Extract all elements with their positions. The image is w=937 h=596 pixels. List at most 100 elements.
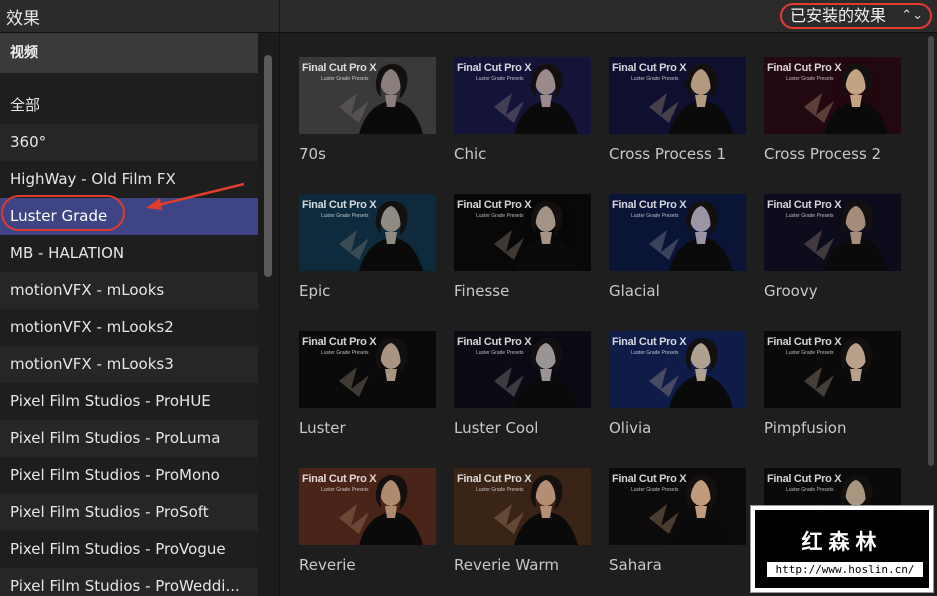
thumbnail-subtitle-text: Luster Grade Presets: [476, 350, 524, 356]
thumbnail-logo-text: Final Cut Pro X: [302, 62, 377, 74]
thumbnail-subtitle-text: Luster Grade Presets: [476, 213, 524, 219]
thumbnail-subtitle-text: Luster Grade Presets: [631, 76, 679, 82]
sidebar-item[interactable]: motionVFX - mLooks3: [0, 346, 258, 383]
thumbnail-logo-text: Final Cut Pro X: [612, 336, 687, 348]
effect-thumbnail[interactable]: Final Cut Pro X Luster Grade Presets: [764, 57, 901, 134]
effect-tile[interactable]: Final Cut Pro X Luster Grade Presets Epic: [299, 194, 436, 300]
top-bar: 效果 已安装的效果 ⌃⌄: [0, 0, 937, 33]
installed-effects-label: 已安装的效果: [790, 6, 887, 25]
thumbnail-logo-text: Final Cut Pro X: [457, 336, 532, 348]
effect-label: Cross Process 1: [609, 145, 727, 163]
effect-tile[interactable]: Final Cut Pro X Luster Grade Presets Chic: [454, 57, 591, 163]
thumbnail-logo-text: Final Cut Pro X: [457, 199, 532, 211]
effect-thumbnail[interactable]: Final Cut Pro X Luster Grade Presets: [299, 468, 436, 545]
thumbnail-subtitle-text: Luster Grade Presets: [631, 487, 679, 493]
thumbnail-logo-text: Final Cut Pro X: [767, 473, 842, 485]
sidebar-item[interactable]: motionVFX - mLooks2: [0, 309, 258, 346]
effect-thumbnail[interactable]: Final Cut Pro X Luster Grade Presets: [299, 194, 436, 271]
sidebar-item[interactable]: Pixel Film Studios - ProVogue: [0, 531, 258, 568]
effect-tile[interactable]: Final Cut Pro X Luster Grade Presets Fines…: [454, 194, 591, 300]
effect-label: Cross Process 2: [764, 145, 882, 163]
thumbnail-logo-text: Final Cut Pro X: [767, 62, 842, 74]
effect-label: Pimpfusion: [764, 419, 847, 437]
effect-thumbnail[interactable]: Final Cut Pro X Luster Grade Presets: [454, 57, 591, 134]
effect-label: Groovy: [764, 282, 818, 300]
effect-thumbnail[interactable]: Final Cut Pro X Luster Grade Presets: [764, 331, 901, 408]
effect-thumbnail[interactable]: Final Cut Pro X Luster Grade Presets: [609, 331, 746, 408]
thumbnail-subtitle-text: Luster Grade Presets: [321, 487, 369, 493]
installed-effects-popup[interactable]: 已安装的效果 ⌃⌄: [780, 3, 932, 29]
sidebar-item[interactable]: Pixel Film Studios - ProWeddi...: [0, 568, 258, 596]
effect-label: Sahara: [609, 556, 662, 574]
effect-tile[interactable]: Final Cut Pro X Luster Grade Presets Groov…: [764, 194, 901, 300]
effect-thumbnail[interactable]: Final Cut Pro X Luster Grade Presets: [454, 194, 591, 271]
effect-thumbnail[interactable]: Final Cut Pro X Luster Grade Presets: [764, 194, 901, 271]
sidebar-item[interactable]: HighWay - Old Film FX: [0, 161, 258, 198]
sidebar-header: 视频: [0, 33, 258, 73]
thumbnail-subtitle-text: Luster Grade Presets: [786, 76, 834, 82]
watermark-url: http://www.hoslin.cn/: [767, 562, 923, 577]
thumbnail-logo-text: Final Cut Pro X: [612, 62, 687, 74]
watermark: 红森林 http://www.hoslin.cn/: [750, 505, 934, 593]
thumbnail-logo-text: Final Cut Pro X: [302, 199, 377, 211]
effect-label: Finesse: [454, 282, 510, 300]
effect-label: Luster Cool: [454, 419, 539, 437]
effect-thumbnail[interactable]: Final Cut Pro X Luster Grade Presets: [609, 57, 746, 134]
thumbnail-logo-text: Final Cut Pro X: [767, 336, 842, 348]
thumbnail-logo-text: Final Cut Pro X: [457, 473, 532, 485]
sidebar-item[interactable]: motionVFX - mLooks: [0, 272, 258, 309]
effect-label: Luster: [299, 419, 346, 437]
category-sidebar: 视频 全部 360° HighWay - Old Film FX Luster Gra…: [0, 33, 280, 596]
watermark-panel: 红森林 http://www.hoslin.cn/: [755, 510, 929, 588]
effect-tile[interactable]: Final Cut Pro X Luster Grade Presets Pimpf…: [764, 331, 901, 437]
effect-tile[interactable]: Final Cut Pro X Luster Grade Presets Rever…: [454, 468, 591, 574]
sidebar-item[interactable]: 全部: [0, 87, 258, 124]
thumbnail-logo-text: Final Cut Pro X: [767, 199, 842, 211]
thumbnail-subtitle-text: Luster Grade Presets: [631, 350, 679, 356]
effect-label: Epic: [299, 282, 331, 300]
effect-tile[interactable]: Final Cut Pro X Luster Grade Presets Rever…: [299, 468, 436, 574]
effect-thumbnail[interactable]: Final Cut Pro X Luster Grade Presets: [609, 468, 746, 545]
thumbnail-subtitle-text: Luster Grade Presets: [786, 350, 834, 356]
effect-thumbnail[interactable]: Final Cut Pro X Luster Grade Presets: [454, 468, 591, 545]
thumbnail-subtitle-text: Luster Grade Presets: [476, 76, 524, 82]
sidebar-item[interactable]: Pixel Film Studios - ProSoft: [0, 494, 258, 531]
thumbnail-subtitle-text: Luster Grade Presets: [631, 213, 679, 219]
effect-thumbnail[interactable]: Final Cut Pro X Luster Grade Presets: [454, 331, 591, 408]
effect-tile[interactable]: Final Cut Pro X Luster Grade Presets 70s: [299, 57, 436, 163]
up-down-chevron-icon: ⌃⌄: [901, 8, 923, 23]
effect-tile[interactable]: Final Cut Pro X Luster Grade Presets Sahar…: [609, 468, 746, 574]
effect-label: 70s: [299, 145, 326, 163]
effect-tile[interactable]: Final Cut Pro X Luster Grade Presets Luste…: [299, 331, 436, 437]
thumbnail-logo-text: Final Cut Pro X: [302, 473, 377, 485]
effect-tile[interactable]: Final Cut Pro X Luster Grade Presets Cross…: [764, 57, 901, 163]
watermark-title: 红森林: [801, 530, 883, 554]
effect-tile[interactable]: Final Cut Pro X Luster Grade Presets Olivi…: [609, 331, 746, 437]
thumbnail-logo-text: Final Cut Pro X: [457, 62, 532, 74]
thumbnail-subtitle-text: Luster Grade Presets: [321, 213, 369, 219]
thumbnail-subtitle-text: Luster Grade Presets: [786, 213, 834, 219]
sidebar-item[interactable]: Pixel Film Studios - ProMono: [0, 457, 258, 494]
effect-label: Glacial: [609, 282, 660, 300]
browser-scrollbar-thumb[interactable]: [928, 36, 934, 466]
effect-thumbnail[interactable]: Final Cut Pro X Luster Grade Presets: [299, 57, 436, 134]
effect-tile[interactable]: Final Cut Pro X Luster Grade Presets Cross…: [609, 57, 746, 163]
sidebar-item[interactable]: Luster Grade: [0, 198, 258, 235]
effect-label: Reverie: [299, 556, 356, 574]
thumbnail-logo-text: Final Cut Pro X: [612, 199, 687, 211]
panel-title: 效果: [6, 9, 40, 29]
effect-label: Olivia: [609, 419, 652, 437]
thumbnail-subtitle-text: Luster Grade Presets: [321, 350, 369, 356]
thumbnail-logo-text: Final Cut Pro X: [612, 473, 687, 485]
effect-tile[interactable]: Final Cut Pro X Luster Grade Presets Glaci…: [609, 194, 746, 300]
sidebar-item[interactable]: Pixel Film Studios - ProLuma: [0, 420, 258, 457]
top-bar-divider: [279, 0, 280, 32]
sidebar-item[interactable]: Pixel Film Studios - ProHUE: [0, 383, 258, 420]
effect-thumbnail[interactable]: Final Cut Pro X Luster Grade Presets: [299, 331, 436, 408]
effect-label: Chic: [454, 145, 487, 163]
effect-tile[interactable]: Final Cut Pro X Luster Grade Presets Luste…: [454, 331, 591, 437]
sidebar-scrollbar-thumb[interactable]: [264, 55, 272, 277]
sidebar-item[interactable]: MB - HALATION: [0, 235, 258, 272]
effect-thumbnail[interactable]: Final Cut Pro X Luster Grade Presets: [609, 194, 746, 271]
sidebar-item[interactable]: 360°: [0, 124, 258, 161]
